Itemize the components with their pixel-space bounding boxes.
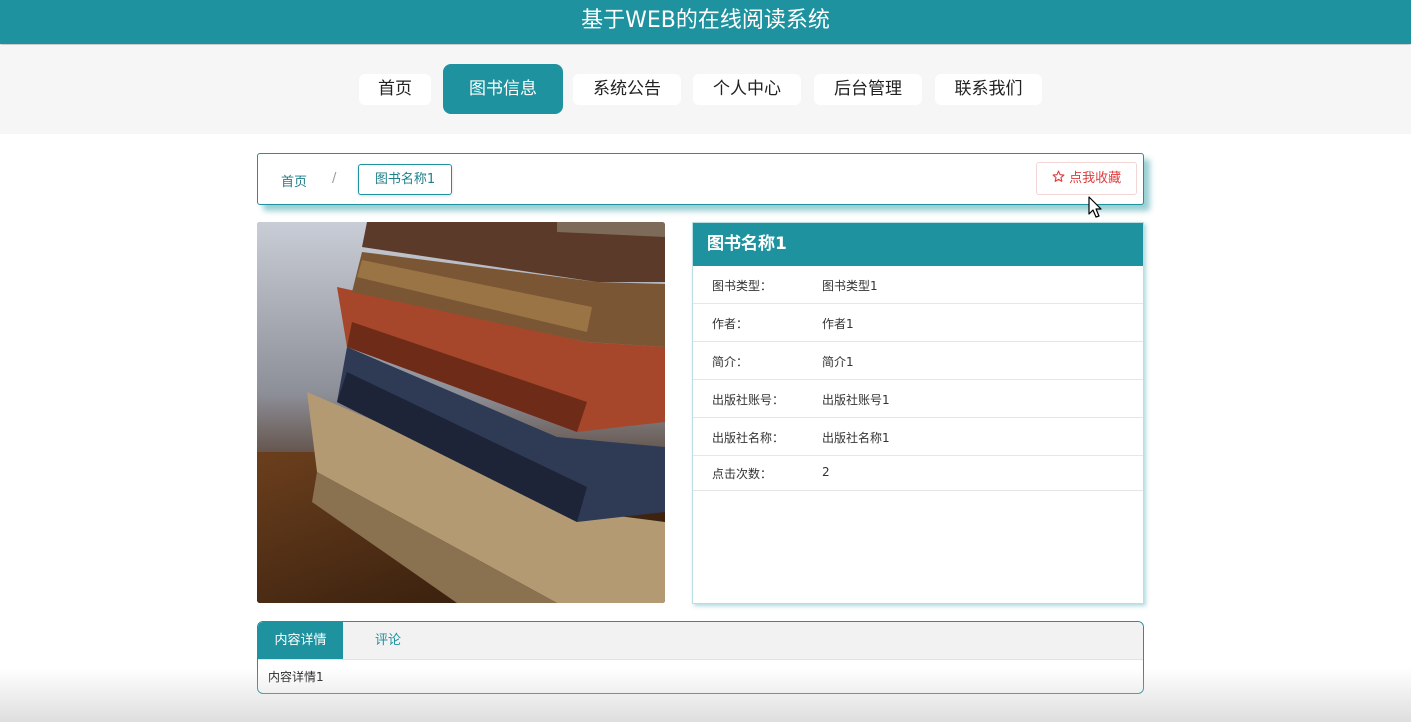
info-value: 作者1	[822, 317, 854, 331]
info-label: 出版社名称：	[712, 431, 785, 445]
favorite-button-label: 点我收藏	[1069, 171, 1122, 186]
info-row-clicks: 点击次数： 2	[693, 456, 1143, 491]
breadcrumb-current[interactable]: 图书名称1	[358, 164, 452, 195]
top-bar: 基于WEB的在线阅读系统	[0, 0, 1411, 44]
tab-content-text: 内容详情1	[268, 670, 324, 684]
info-value: 出版社名称1	[822, 431, 890, 445]
book-cover-image	[257, 222, 665, 603]
info-row-summary: 简介： 简介1	[693, 342, 1143, 380]
main-nav: 首页 图书信息 系统公告 个人中心 后台管理 联系我们	[0, 45, 1411, 134]
tab-comments[interactable]: 评论	[368, 622, 408, 659]
detail-tabs: 内容详情 评论 内容详情1	[257, 621, 1144, 694]
info-label: 图书类型：	[712, 279, 773, 293]
info-label: 简介：	[712, 355, 749, 369]
mouse-cursor-icon	[1088, 196, 1102, 218]
nav-item-book-info[interactable]: 图书信息	[443, 64, 563, 114]
nav-item-contact[interactable]: 联系我们	[935, 74, 1042, 105]
info-row-publisher-name: 出版社名称： 出版社名称1	[693, 418, 1143, 456]
star-outline-icon	[1052, 170, 1065, 182]
info-label: 作者：	[712, 317, 749, 331]
nav-item-personal-center[interactable]: 个人中心	[693, 74, 801, 105]
site-title: 基于WEB的在线阅读系统	[581, 8, 830, 33]
book-info-panel: 图书名称1 图书类型： 图书类型1 作者： 作者1 简介： 简介1 出版社账号：…	[692, 222, 1144, 604]
nav-item-admin[interactable]: 后台管理	[814, 74, 922, 105]
breadcrumb: 首页 / 图书名称1 点我收藏	[257, 153, 1144, 205]
tab-strip: 内容详情 评论	[258, 622, 1143, 660]
book-title: 图书名称1	[693, 223, 1143, 266]
info-value: 简介1	[822, 355, 854, 369]
info-row-type: 图书类型： 图书类型1	[693, 266, 1143, 304]
info-label: 出版社账号：	[712, 393, 785, 407]
info-label: 点击次数：	[712, 467, 773, 481]
info-value: 出版社账号1	[822, 393, 890, 407]
nav-item-announcements[interactable]: 系统公告	[573, 74, 681, 105]
tab-content-details[interactable]: 内容详情	[258, 622, 343, 659]
breadcrumb-separator: /	[332, 171, 337, 186]
breadcrumb-home-link[interactable]: 首页	[281, 171, 307, 190]
favorite-button[interactable]: 点我收藏	[1036, 162, 1137, 195]
info-value: 2	[822, 465, 830, 479]
info-row-author: 作者： 作者1	[693, 304, 1143, 342]
nav-item-home[interactable]: 首页	[359, 74, 431, 105]
info-value: 图书类型1	[822, 279, 878, 293]
info-row-publisher-account: 出版社账号： 出版社账号1	[693, 380, 1143, 418]
